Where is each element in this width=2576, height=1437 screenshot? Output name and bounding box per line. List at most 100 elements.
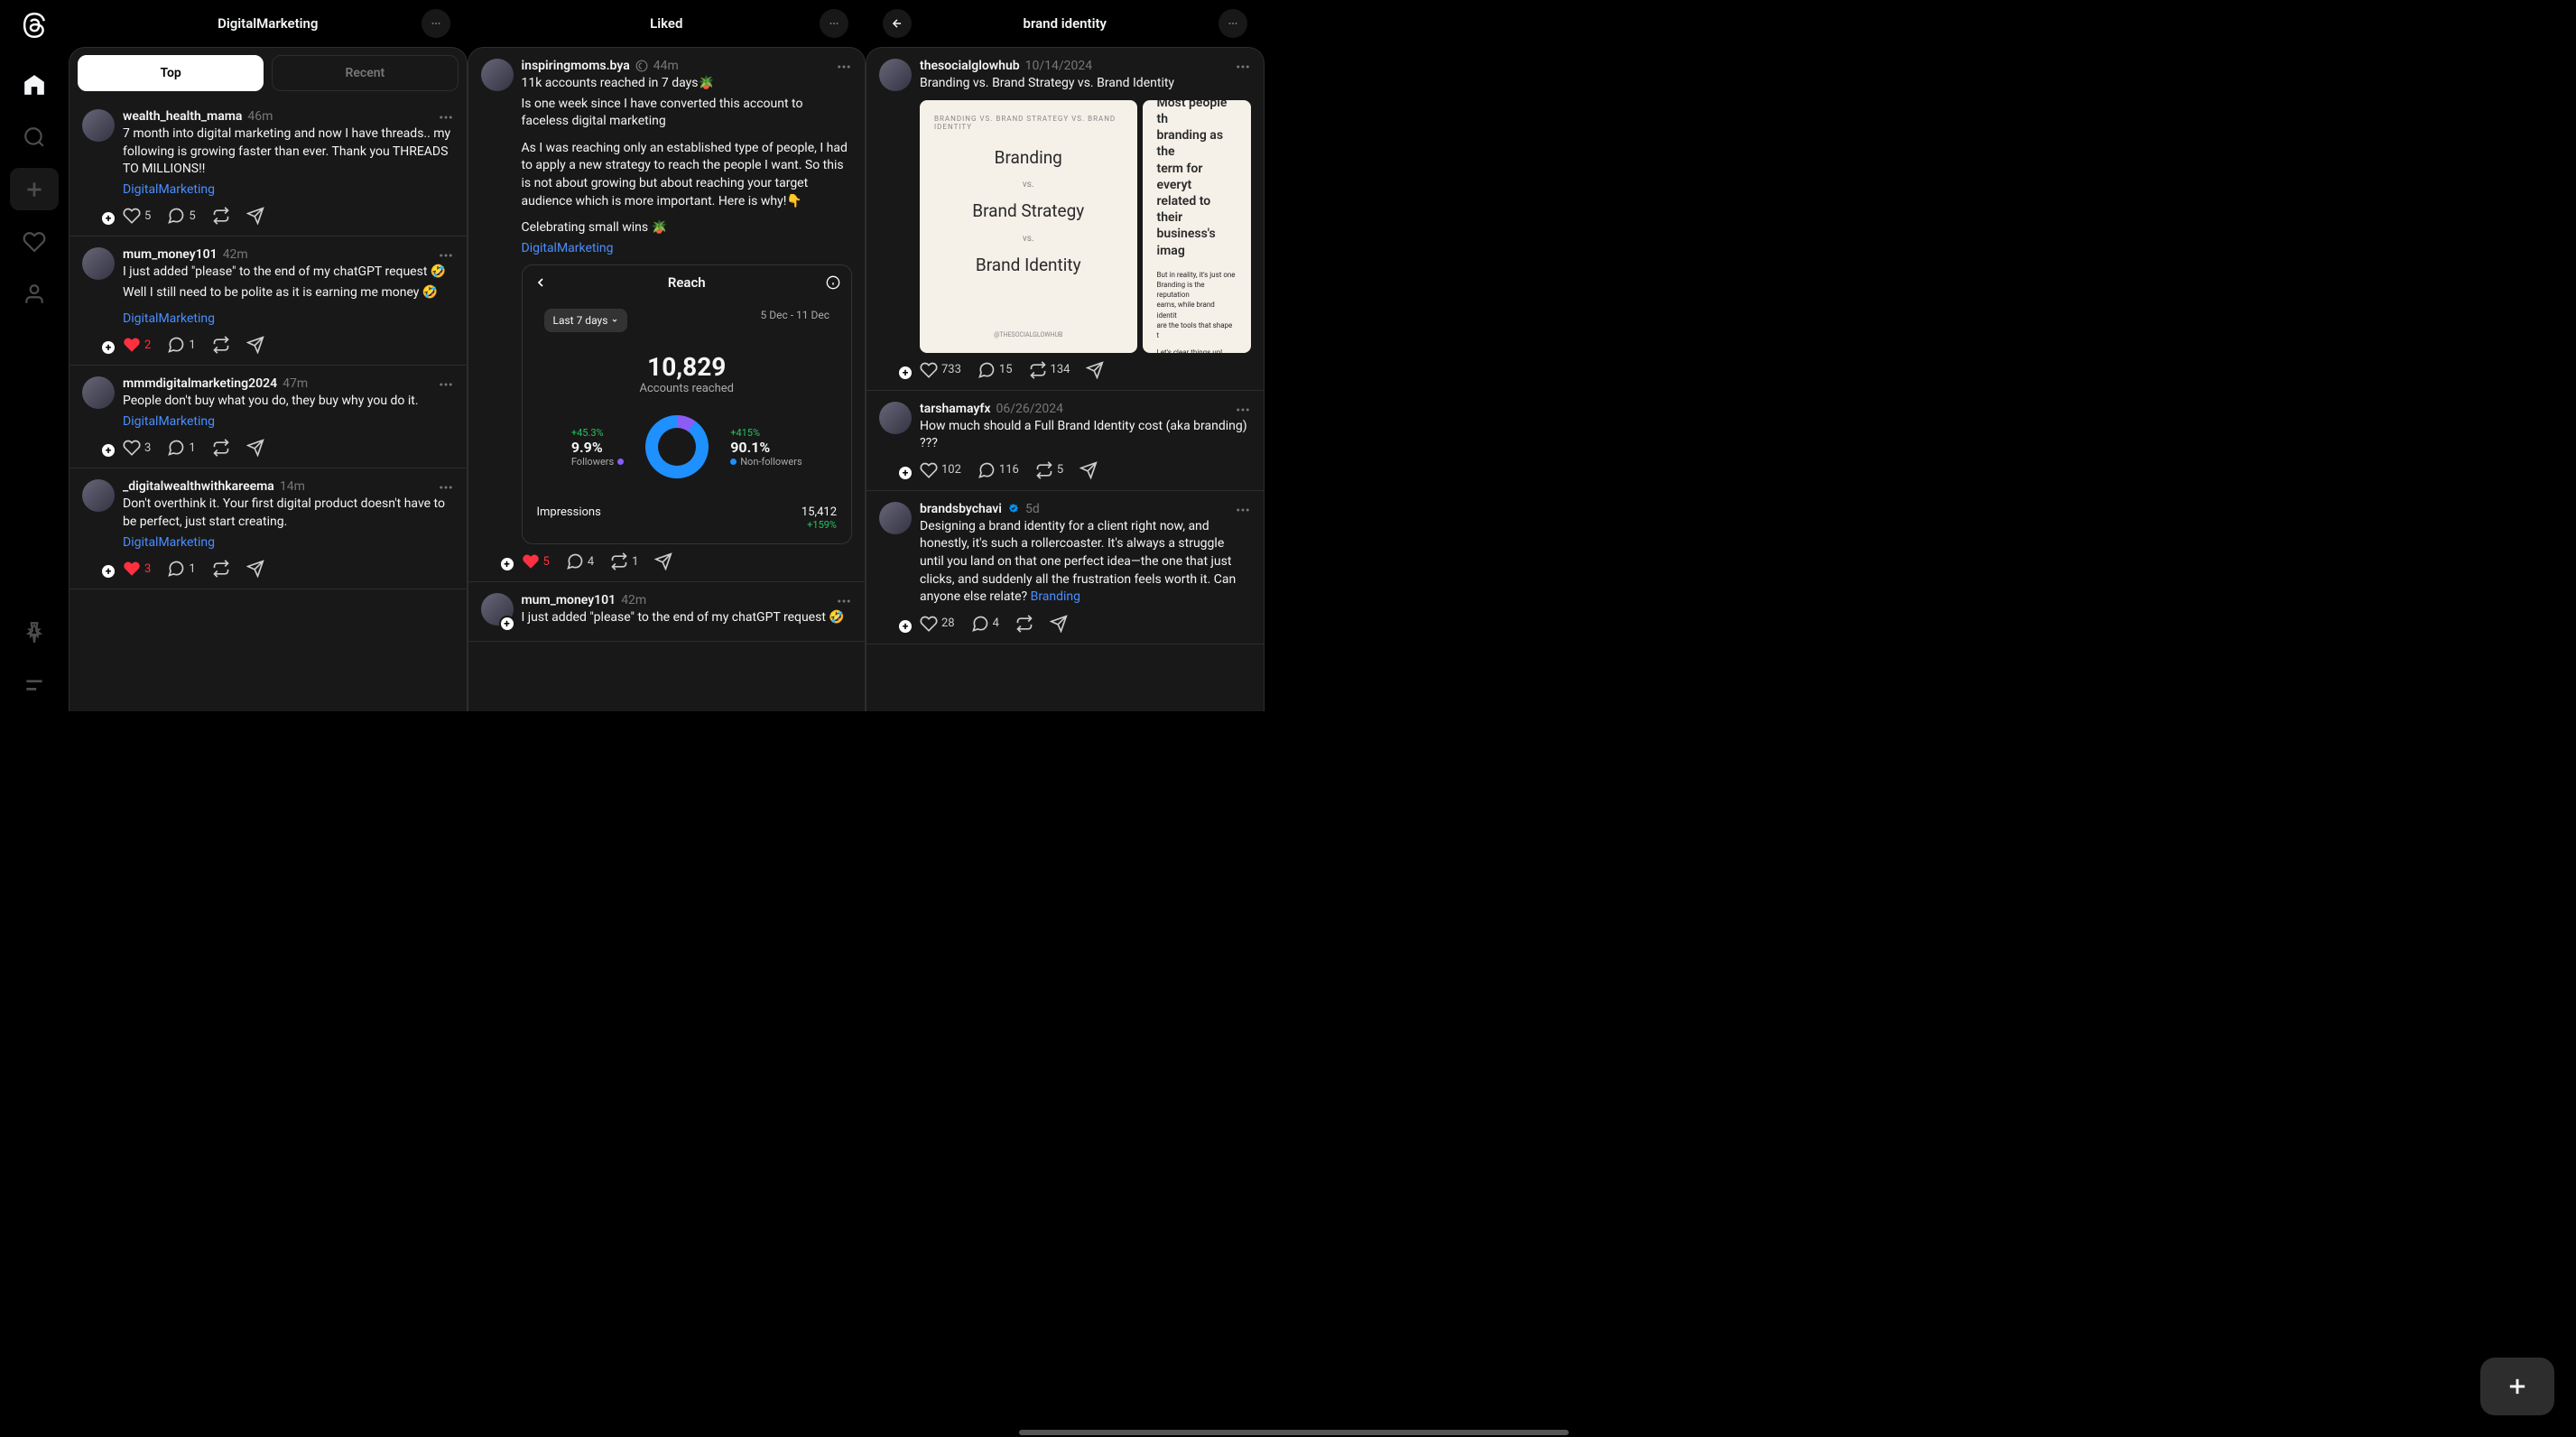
hashtag[interactable]: DigitalMarketing: [123, 413, 454, 431]
hashtag[interactable]: Branding: [1031, 589, 1080, 604]
avatar[interactable]: [82, 247, 115, 280]
hashtag[interactable]: DigitalMarketing: [123, 311, 454, 329]
follow-icon[interactable]: +: [499, 616, 515, 632]
post-more-icon[interactable]: [1235, 402, 1251, 420]
avatar[interactable]: [481, 59, 514, 91]
post-more-icon[interactable]: [1235, 502, 1251, 520]
reply-button[interactable]: 5: [167, 207, 195, 225]
like-button[interactable]: 3: [123, 560, 151, 578]
tab-recent[interactable]: Recent: [272, 55, 458, 91]
share-button[interactable]: [246, 439, 264, 457]
repost-button[interactable]: 134: [1029, 361, 1070, 379]
reply-button[interactable]: 116: [978, 461, 1019, 479]
nav-profile[interactable]: [10, 273, 59, 315]
post-text: Don't overthink it. Your first digital p…: [123, 496, 454, 531]
avatar[interactable]: [82, 479, 115, 512]
reply-button[interactable]: 1: [167, 439, 195, 457]
nav-menu[interactable]: [10, 663, 59, 706]
threads-logo[interactable]: [22, 13, 47, 38]
analytics-card[interactable]: Reach Last 7 days 5 Dec - 11 Dec 10,829 …: [522, 264, 853, 544]
period-selector[interactable]: Last 7 days: [544, 309, 628, 332]
username[interactable]: mum_money101: [522, 593, 616, 607]
follow-icon[interactable]: +: [100, 563, 116, 579]
post-more-icon[interactable]: [438, 376, 454, 394]
avatar[interactable]: [82, 109, 115, 142]
username[interactable]: brandsbychavi: [920, 502, 1002, 516]
post-more-icon[interactable]: [1235, 59, 1251, 77]
username[interactable]: tarshamayfx: [920, 402, 990, 416]
followers-label: Followers: [571, 456, 624, 468]
follow-icon[interactable]: +: [897, 618, 913, 635]
post-more-icon[interactable]: [438, 247, 454, 265]
donut-chart: [645, 415, 709, 478]
follow-icon[interactable]: +: [897, 365, 913, 381]
avatar[interactable]: [879, 502, 912, 534]
reply-button[interactable]: 4: [971, 615, 999, 633]
compose-button[interactable]: [2480, 1358, 2554, 1415]
repost-button[interactable]: [212, 560, 230, 578]
avatar[interactable]: [879, 59, 912, 91]
like-button[interactable]: 102: [920, 461, 961, 479]
like-button[interactable]: 2: [123, 336, 151, 354]
share-button[interactable]: [246, 336, 264, 354]
post-image[interactable]: BRANDING VS. BRAND STRATEGY VS. BRAND ID…: [920, 100, 1137, 353]
post: + tarshamayfx06/26/2024 How much should …: [866, 391, 1264, 491]
share-button[interactable]: [1086, 361, 1104, 379]
reply-button[interactable]: 4: [566, 552, 594, 570]
nav-home[interactable]: [10, 63, 59, 106]
repost-button[interactable]: 5: [1035, 461, 1063, 479]
nav-create[interactable]: [10, 168, 59, 210]
follow-icon[interactable]: +: [897, 465, 913, 481]
follow-icon[interactable]: +: [100, 339, 116, 356]
follow-icon[interactable]: +: [100, 210, 116, 227]
reply-button[interactable]: 1: [167, 560, 195, 578]
share-button[interactable]: [654, 552, 672, 570]
avatar[interactable]: [82, 376, 115, 409]
nav-search[interactable]: [10, 116, 59, 158]
hashtag[interactable]: DigitalMarketing: [522, 240, 853, 258]
username[interactable]: thesocialglowhub: [920, 59, 1020, 73]
username[interactable]: _digitalwealthwithkareema: [123, 479, 274, 494]
column-menu-button[interactable]: [1219, 9, 1247, 38]
follow-icon[interactable]: +: [499, 556, 515, 572]
like-button[interactable]: 733: [920, 361, 961, 379]
repost-button[interactable]: [212, 439, 230, 457]
post: + mum_money10142m I just added "please" …: [468, 582, 866, 642]
nav-pin[interactable]: [10, 611, 59, 654]
repost-button[interactable]: [212, 336, 230, 354]
nav-activity[interactable]: [10, 220, 59, 263]
repost-button[interactable]: [1015, 615, 1033, 633]
horizontal-scrollbar[interactable]: [69, 1430, 2569, 1435]
username[interactable]: inspiringmoms.bya: [522, 59, 630, 73]
share-button[interactable]: [246, 560, 264, 578]
username[interactable]: mum_money101: [123, 247, 218, 262]
like-button[interactable]: 3: [123, 439, 151, 457]
reply-button[interactable]: 15: [978, 361, 1013, 379]
reply-button[interactable]: 1: [167, 336, 195, 354]
avatar[interactable]: [879, 402, 912, 434]
back-button[interactable]: [883, 9, 912, 38]
hashtag[interactable]: DigitalMarketing: [123, 534, 454, 552]
repost-button[interactable]: [212, 207, 230, 225]
tab-top[interactable]: Top: [78, 55, 264, 91]
post-more-icon[interactable]: [836, 59, 852, 77]
like-button[interactable]: 5: [522, 552, 550, 570]
username[interactable]: wealth_health_mama: [123, 109, 242, 124]
follow-icon[interactable]: +: [100, 442, 116, 459]
post-more-icon[interactable]: [438, 109, 454, 127]
like-button[interactable]: 5: [123, 207, 151, 225]
share-button[interactable]: [1050, 615, 1068, 633]
repost-button[interactable]: 1: [610, 552, 638, 570]
timestamp: 14m: [280, 479, 305, 494]
post-more-icon[interactable]: [836, 593, 852, 611]
like-button[interactable]: 28: [920, 615, 955, 633]
column-menu-button[interactable]: [422, 9, 450, 38]
post-more-icon[interactable]: [438, 479, 454, 497]
username[interactable]: mmmdigitalmarketing2024: [123, 376, 277, 391]
hashtag[interactable]: DigitalMarketing: [123, 181, 454, 199]
nonfollowers-delta: +415%: [730, 427, 802, 439]
share-button[interactable]: [246, 207, 264, 225]
column-menu-button[interactable]: [820, 9, 848, 38]
post-image[interactable]: Most people th branding as the term for …: [1143, 100, 1251, 353]
share-button[interactable]: [1080, 461, 1098, 479]
